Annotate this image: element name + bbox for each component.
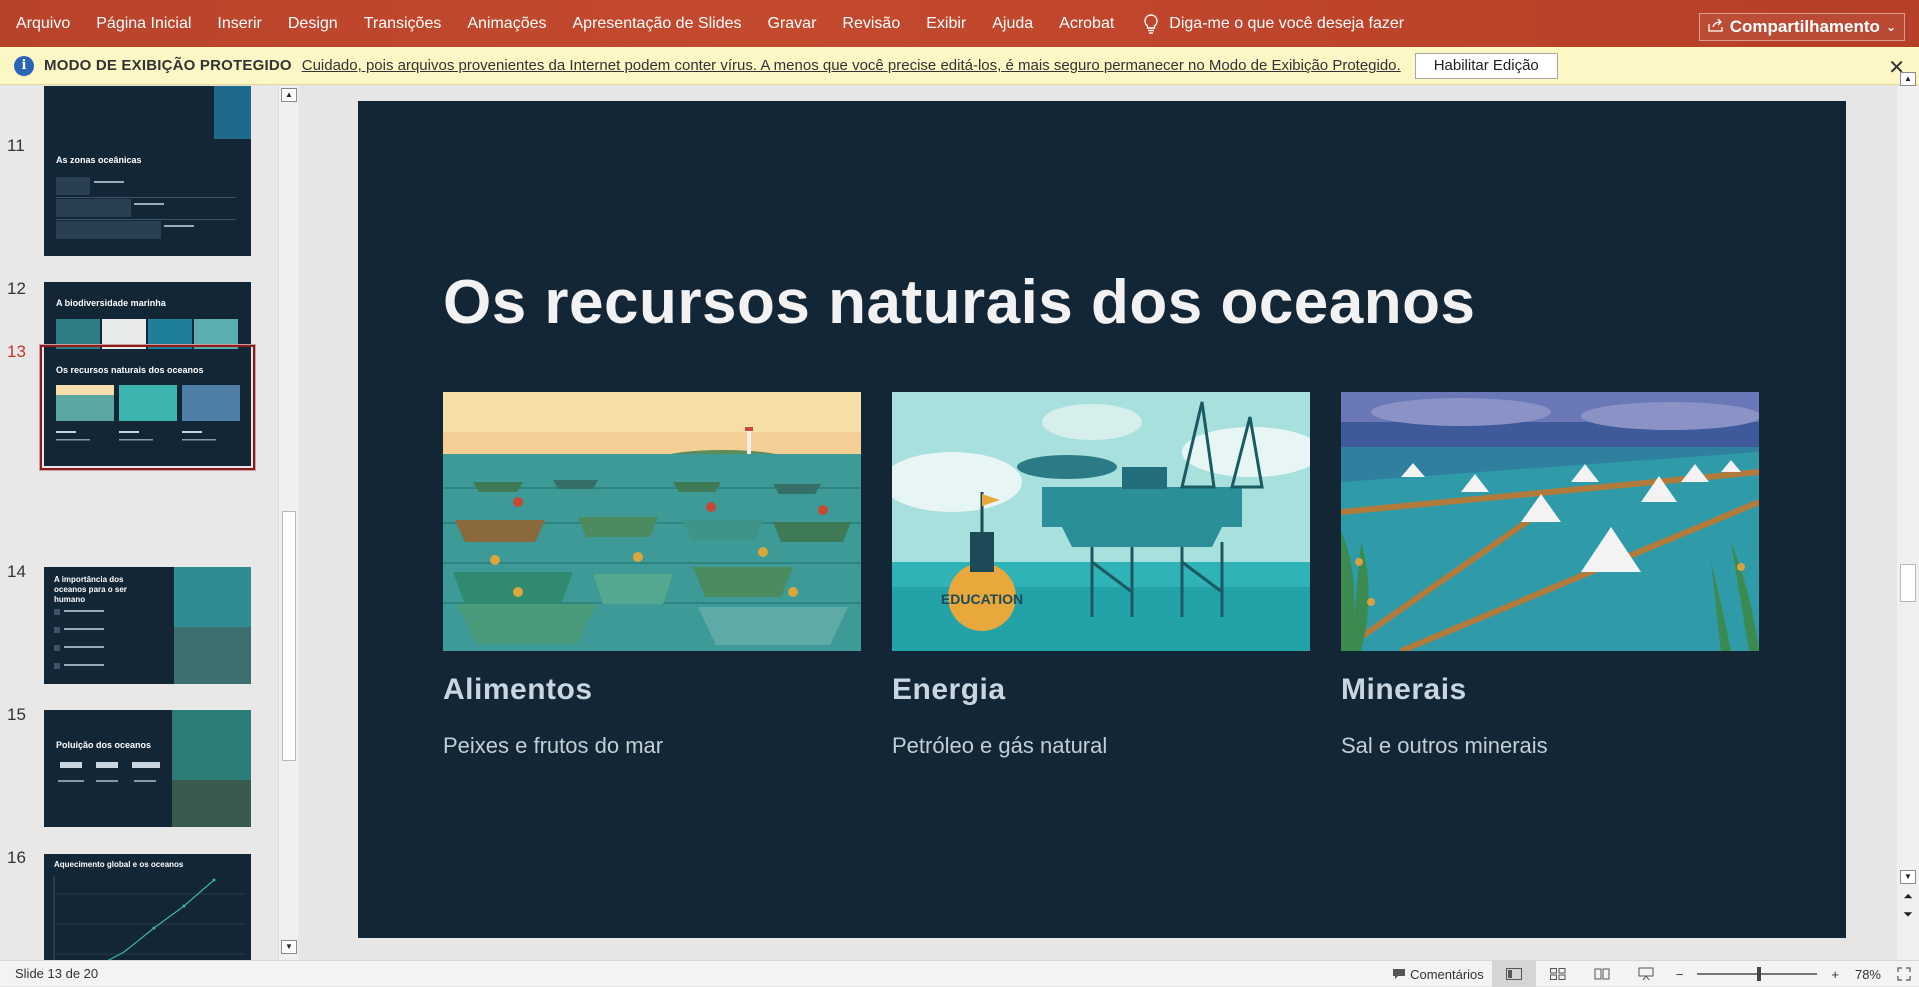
tab-animacoes[interactable]: Animações — [454, 0, 559, 47]
tab-apresentacao[interactable]: Apresentação de Slides — [560, 0, 755, 47]
card-text-alimentos: Peixes e frutos do mar — [443, 733, 664, 758]
protected-view-title: MODO DE EXIBIÇÃO PROTEGIDO — [44, 57, 292, 74]
info-icon: i — [14, 55, 34, 76]
slide-number-16: 16 — [7, 848, 26, 867]
slide-counter: Slide 13 de 20 — [15, 966, 99, 981]
slide-thumbnail-pane: 11 As zonas oceânicas 12 A biodiversidad… — [0, 86, 300, 960]
share-label: Compartilhamento — [1729, 17, 1880, 36]
card-heading-energia: Energia — [892, 673, 1006, 706]
reading-view-icon[interactable] — [1580, 961, 1624, 987]
slide-sorter-icon[interactable] — [1536, 961, 1580, 987]
oil-platform-image: EDUCATION — [892, 392, 1310, 651]
slide-title: Os recursos naturais dos oceanos — [443, 268, 1476, 337]
tab-exibir[interactable]: Exibir — [913, 0, 979, 47]
zoom-slider[interactable] — [1697, 967, 1818, 981]
scroll-down-arrow-icon[interactable]: ▼ — [1900, 870, 1916, 884]
slide-number-12: 12 — [7, 279, 26, 298]
slide-number-13: 13 — [7, 342, 26, 361]
slide-thumbnail-15[interactable]: Poluição dos oceanos — [44, 710, 251, 827]
fit-to-window-icon[interactable] — [1897, 967, 1911, 981]
zoom-slider-knob[interactable] — [1757, 967, 1762, 981]
tab-acrobat[interactable]: Acrobat — [1046, 0, 1127, 47]
scroll-up-arrow-icon[interactable]: ▲ — [1900, 72, 1916, 86]
slide-scrollbar[interactable]: ▲ ▼ ⏶ ⏷ — [1897, 72, 1919, 960]
tab-revisao[interactable]: Revisão — [829, 0, 913, 47]
salt-flats-image — [1341, 392, 1759, 651]
slide-number-11: 11 — [7, 136, 25, 155]
tab-pagina-inicial[interactable]: Página Inicial — [83, 0, 204, 47]
previous-slide-icon[interactable]: ⏶ — [1900, 890, 1916, 904]
tab-design[interactable]: Design — [275, 0, 351, 47]
comments-button[interactable]: Comentários — [1392, 967, 1484, 982]
slide-15-preview — [58, 710, 251, 827]
protected-view-bar: i MODO DE EXIBIÇÃO PROTEGIDO Cuidado, po… — [0, 47, 1919, 85]
comment-icon — [1393, 969, 1406, 979]
slide-14-preview — [54, 567, 251, 684]
buoy-label: EDUCATION — [941, 591, 1023, 607]
card-heading-alimentos: Alimentos — [443, 673, 593, 706]
scroll-up-arrow-icon[interactable]: ▲ — [281, 88, 297, 102]
zoom-out-icon[interactable]: − — [1676, 967, 1684, 982]
chevron-down-icon: ⌄ — [1885, 20, 1896, 34]
tab-ajuda[interactable]: Ajuda — [979, 0, 1046, 47]
card-text-minerais: Sal e outros minerais — [1341, 733, 1548, 758]
tab-arquivo[interactable]: Arquivo — [0, 0, 83, 47]
scroll-down-arrow-icon[interactable]: ▼ — [281, 940, 297, 954]
tab-transicoes[interactable]: Transições — [351, 0, 455, 47]
tell-me-search[interactable]: Diga-me o que você deseja fazer — [1143, 13, 1405, 34]
share-button[interactable]: Compartilhamento ⌄ — [1698, 13, 1905, 41]
slide-number-14: 14 — [7, 562, 26, 581]
slide-13-preview — [56, 385, 240, 441]
slideshow-icon[interactable] — [1624, 961, 1668, 987]
slide-number-15: 15 — [7, 705, 26, 724]
slide-thumbnail-11[interactable]: As zonas oceânicas — [44, 139, 251, 256]
slide-thumbnail-16[interactable]: Aquecimento global e os oceanos — [44, 854, 251, 960]
tab-inserir[interactable]: Inserir — [204, 0, 274, 47]
slide-editor-area: Os recursos naturais dos oceanos Aliment… — [301, 86, 1897, 960]
zoom-level[interactable]: 78% — [1855, 967, 1881, 982]
normal-view-icon[interactable] — [1491, 961, 1536, 987]
slide-16-preview — [53, 876, 244, 960]
zoom-in-icon[interactable]: + — [1831, 967, 1839, 982]
thumbnail-scrollbar[interactable]: ▲ ▼ — [278, 86, 298, 960]
status-bar: Slide 13 de 20 Comentários − + 78% — [0, 960, 1919, 987]
slide-thumbnail-13[interactable]: Os recursos naturais dos oceanos — [44, 349, 251, 466]
lightbulb-icon — [1144, 13, 1159, 34]
next-slide-icon[interactable]: ⏷ — [1900, 908, 1916, 922]
tab-gravar[interactable]: Gravar — [755, 0, 830, 47]
share-icon — [1708, 17, 1724, 37]
card-text-energia: Petróleo e gás natural — [892, 733, 1108, 758]
slide-11-preview — [56, 177, 236, 239]
current-slide[interactable]: Os recursos naturais dos oceanos Aliment… — [358, 101, 1846, 938]
scrollbar-thumb[interactable] — [282, 511, 296, 761]
slide-thumbnail-14[interactable]: A importância dos oceanos para o ser hum… — [44, 567, 251, 684]
scrollbar-thumb[interactable] — [1900, 564, 1916, 602]
enable-editing-button[interactable]: Habilitar Edição — [1414, 52, 1558, 79]
fishing-boats-image — [443, 392, 861, 651]
ribbon-menu-bar: Arquivo Página Inicial Inserir Design Tr… — [0, 0, 1919, 47]
protected-view-message[interactable]: Cuidado, pois arquivos provenientes da I… — [302, 57, 1401, 74]
tell-me-label: Diga-me o que você deseja fazer — [1169, 14, 1405, 32]
comments-label: Comentários — [1410, 966, 1484, 982]
card-heading-minerais: Minerais — [1341, 673, 1467, 706]
